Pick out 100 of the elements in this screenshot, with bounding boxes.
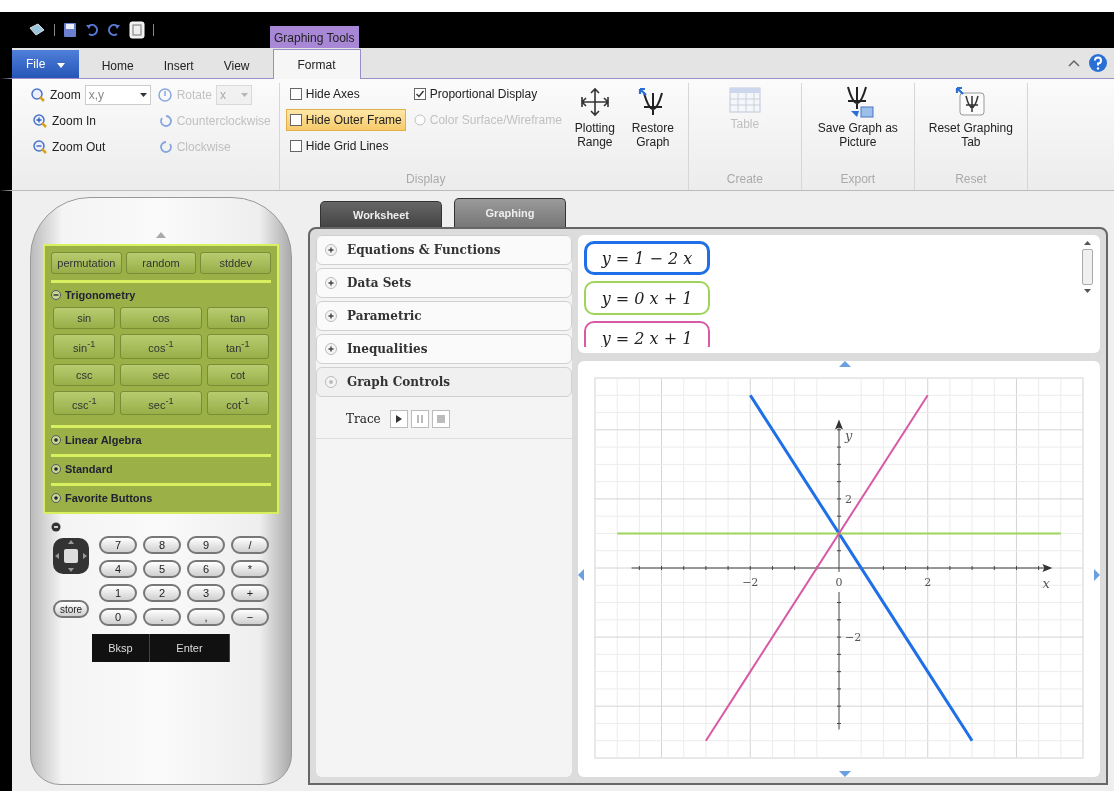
keypad-key[interactable]: 6 [187, 560, 225, 579]
save-graph-button[interactable]: Save Graph as Picture [807, 83, 908, 152]
function-key[interactable]: sec [120, 363, 202, 386]
function-key[interactable]: permutation [51, 252, 122, 274]
section-header[interactable]: Favorite Buttons [51, 490, 153, 507]
keypad-key[interactable]: 0 [99, 608, 137, 627]
function-key[interactable]: tan$^{-1}$ [206, 334, 269, 359]
file-menu-button[interactable]: File [12, 50, 79, 78]
keypad-key[interactable]: 1 [99, 584, 137, 603]
ribbon-tab[interactable]: Insert [148, 52, 209, 78]
play-icon [394, 415, 403, 423]
power-icon[interactable] [51, 522, 61, 533]
group-label: Create [726, 172, 763, 188]
minimize-ribbon-icon[interactable] [1068, 58, 1080, 68]
stop-icon [436, 415, 445, 423]
calculator-key[interactable]: Enter [150, 634, 230, 663]
store-key[interactable]: store [53, 600, 89, 619]
plus-icon [325, 310, 337, 322]
display-checkbox[interactable]: Hide Grid Lines [285, 135, 406, 157]
worksheet-tab[interactable]: Worksheet [320, 201, 442, 227]
keypad-key[interactable]: 5 [143, 560, 181, 579]
calculator-key[interactable]: Bksp [92, 634, 150, 663]
reset-graph-icon [953, 85, 988, 119]
collapse-icon [51, 290, 61, 300]
display-checkbox[interactable]: Hide Axes [285, 83, 406, 105]
keypad-key[interactable]: 9 [187, 536, 225, 555]
function-key[interactable]: tan [206, 307, 269, 329]
keypad-key[interactable]: 2 [143, 584, 181, 603]
caret-icon [241, 93, 249, 97]
zoom-out-icon [32, 139, 48, 155]
keypad-key[interactable]: − [231, 608, 269, 627]
keypad-key[interactable]: 3 [187, 584, 225, 603]
undo-icon[interactable] [85, 23, 99, 37]
section-header[interactable]: Standard [51, 461, 113, 478]
pan-left-icon[interactable] [578, 569, 584, 581]
zoom-out-button[interactable]: Zoom Out [30, 135, 151, 159]
tick-label: 2 [845, 492, 852, 506]
keypad-key[interactable]: + [231, 584, 269, 603]
zoom-in-button[interactable]: Zoom In [30, 109, 151, 133]
keypad-key[interactable]: / [231, 536, 269, 555]
rotate-right-icon [158, 140, 173, 154]
scroll-up-icon[interactable] [1083, 241, 1091, 245]
checked-box-icon [413, 88, 426, 100]
ribbon-tab[interactable]: Format [272, 49, 361, 79]
function-key[interactable]: cot$^{-1}$ [206, 390, 269, 416]
display-checkbox[interactable]: Proportional Display [409, 83, 566, 105]
help-icon[interactable] [1088, 53, 1108, 73]
dot-icon [325, 376, 337, 388]
accordion-header[interactable]: Inequalities [316, 334, 572, 364]
tick-label: 2 [924, 575, 932, 589]
equation-entry[interactable]: y = 1 − 2 x [584, 241, 710, 275]
pan-down-icon[interactable] [839, 771, 851, 777]
function-key[interactable]: csc$^{-1}$ [53, 390, 116, 416]
function-key[interactable]: sin [53, 307, 116, 329]
checkbox-icon [289, 114, 302, 126]
restore-graph-button[interactable]: Restore Graph [623, 83, 682, 190]
keypad-key[interactable]: 8 [143, 536, 181, 555]
function-key[interactable]: csc [53, 363, 116, 386]
keypad-key[interactable]: . [143, 608, 181, 627]
radio-icon [413, 114, 426, 126]
scroll-down-icon[interactable] [1083, 289, 1091, 293]
section-header[interactable]: Trigonometry [51, 287, 136, 303]
zoom-axis-dropdown[interactable]: x,y [84, 85, 151, 105]
keypad-key[interactable]: , [187, 608, 225, 627]
function-key[interactable]: cot [206, 363, 269, 386]
function-key[interactable]: random [125, 252, 197, 274]
accordion-header[interactable]: Equations & Functions [316, 235, 572, 265]
accordion-header[interactable]: Parametric [316, 301, 572, 331]
document-icon[interactable] [129, 21, 145, 39]
ribbon-tab[interactable]: Home [86, 52, 149, 78]
pan-right-icon[interactable] [1094, 569, 1100, 581]
rotate-icon [156, 87, 173, 103]
tick-label: −2 [845, 630, 862, 644]
pan-up-icon[interactable] [839, 361, 851, 367]
direction-pad-icon[interactable] [51, 536, 91, 577]
function-key[interactable]: cos$^{-1}$ [120, 334, 202, 359]
function-key[interactable]: cos [120, 307, 202, 329]
keypad-key[interactable]: 7 [99, 536, 137, 555]
trace-button[interactable] [389, 410, 408, 428]
keypad-key[interactable]: 4 [99, 560, 137, 579]
group-label: Display [405, 172, 447, 188]
plus-icon [325, 343, 337, 355]
equation-entry[interactable]: y = 0 x + 1 [584, 281, 710, 315]
checkbox-icon [289, 140, 302, 152]
function-key[interactable]: sec$^{-1}$ [120, 390, 202, 416]
expand-icon [51, 464, 61, 475]
plotting-range-button[interactable]: Plotting Range [565, 83, 624, 190]
redo-icon[interactable] [107, 23, 121, 37]
save-icon[interactable] [63, 22, 77, 38]
table-icon [727, 85, 762, 115]
keypad-key[interactable]: * [231, 560, 269, 579]
section-header[interactable]: Linear Algebra [51, 432, 142, 449]
function-key[interactable]: sin$^{-1}$ [53, 334, 116, 359]
equation-entry[interactable]: y = 2 x + 1 [584, 321, 710, 347]
accordion-header[interactable]: Graph Controls [316, 367, 572, 397]
reset-graphing-button[interactable]: Reset Graphing Tab [920, 83, 1021, 152]
ribbon-tab[interactable]: View [208, 52, 265, 78]
function-key[interactable]: stddev [200, 252, 271, 274]
accordion-header[interactable]: Data Sets [316, 268, 572, 298]
display-checkbox[interactable]: Hide Outer Frame [285, 109, 406, 131]
